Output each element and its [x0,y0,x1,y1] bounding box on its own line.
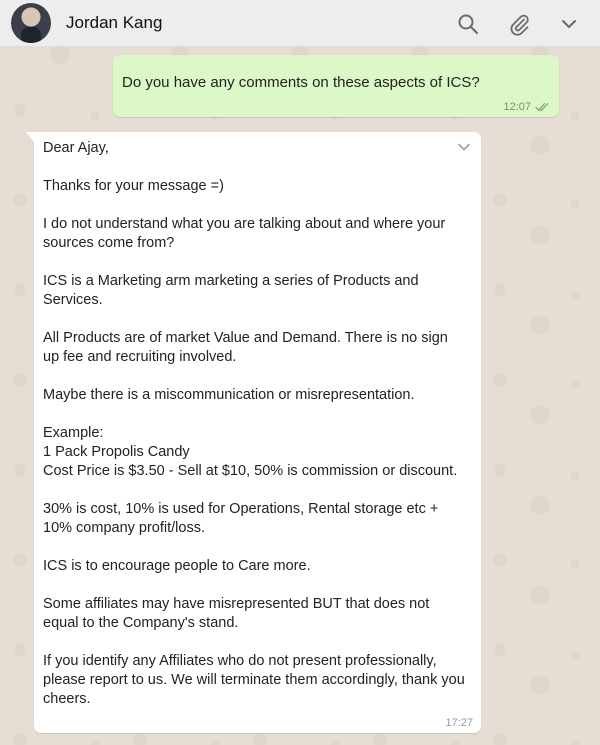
message-paragraph: I do not understand what you are talking… [43,216,446,251]
outgoing-message-time: 12:07 [503,101,531,113]
chevron-down-icon[interactable] [557,12,581,36]
message-paragraph: If you identify any Affiliates who do no… [43,653,465,707]
chat-header: Jordan Kang [0,0,600,47]
outgoing-message-meta: 12:07 [503,101,550,113]
double-check-icon [535,102,550,112]
message-paragraph: Example: 1 Pack Propolis Candy Cost Pric… [43,425,458,479]
message-paragraph: Maybe there is a miscommunication or mis… [43,387,415,403]
search-icon[interactable] [456,12,480,36]
message-paragraph: ICS is to encourage people to Care more. [43,558,311,574]
outgoing-message[interactable]: Do you have any comments on these aspect… [113,55,559,117]
incoming-message-time: 17:27 [445,717,473,729]
message-paragraph: All Products are of market Value and Dem… [43,330,448,365]
outgoing-message-text: Do you have any comments on these aspect… [122,74,480,91]
message-paragraph: 30% is cost, 10% is used for Operations,… [43,501,439,536]
avatar[interactable] [11,3,51,43]
message-paragraph: ICS is a Marketing arm marketing a serie… [43,273,419,308]
message-paragraph: Dear Ajay, [43,140,109,156]
incoming-message-body: Dear Ajay, Thanks for your message =) I … [43,139,468,709]
incoming-message[interactable]: Dear Ajay, Thanks for your message =) I … [26,132,481,733]
paperclip-icon[interactable] [507,12,531,36]
message-paragraph: Some affiliates may have misrepresented … [43,596,430,631]
message-paragraph: Thanks for your message =) [43,178,224,194]
contact-name[interactable]: Jordan Kang [66,13,162,33]
